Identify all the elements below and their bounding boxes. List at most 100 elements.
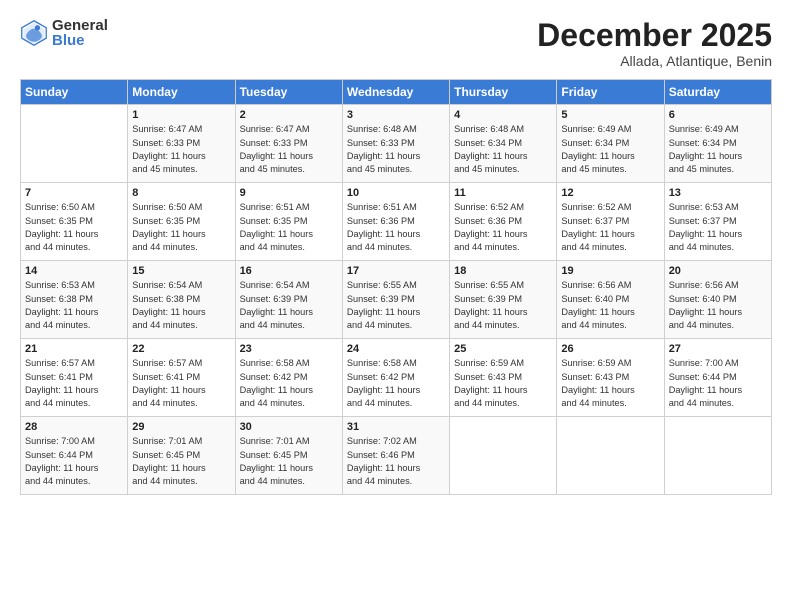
day-number: 26: [561, 343, 659, 355]
day-cell: 12 Sunrise: 6:52 AMSunset: 6:37 PMDayligh…: [557, 183, 664, 261]
day-info: Sunrise: 6:50 AMSunset: 6:35 PMDaylight:…: [132, 201, 230, 254]
day-info: Sunrise: 6:55 AMSunset: 6:39 PMDaylight:…: [347, 279, 445, 332]
day-number: 12: [561, 187, 659, 199]
day-cell: 27Sunrise: 7:00 AMSunset: 6:44 PMDayligh…: [664, 339, 771, 417]
day-cell: 25Sunrise: 6:59 AMSunset: 6:43 PMDayligh…: [450, 339, 557, 417]
day-number: 21: [25, 343, 123, 355]
header-row: SundayMondayTuesdayWednesdayThursdayFrid…: [21, 80, 772, 105]
day-number: 18: [454, 265, 552, 277]
day-number: 20: [669, 265, 767, 277]
day-number: 23: [240, 343, 338, 355]
header: General Blue December 2025 Allada, Atlan…: [20, 18, 772, 69]
day-cell: 20 Sunrise: 6:56 AMSunset: 6:40 PMDayligh…: [664, 261, 771, 339]
day-number: 30: [240, 421, 338, 433]
day-cell: 4Sunrise: 6:48 AMSunset: 6:34 PMDaylight…: [450, 105, 557, 183]
day-number: 6: [669, 109, 767, 121]
day-number: 17: [347, 265, 445, 277]
header-cell-friday: Friday: [557, 80, 664, 105]
day-number: 2: [240, 109, 338, 121]
day-cell: [664, 417, 771, 495]
day-info: Sunrise: 6:56 AMSunset: 6:40 PMDaylight:…: [669, 279, 767, 332]
day-cell: 17 Sunrise: 6:55 AMSunset: 6:39 PMDayligh…: [342, 261, 449, 339]
day-cell: 5 Sunrise: 6:49 AMSunset: 6:34 PMDaylight…: [557, 105, 664, 183]
day-info: Sunrise: 6:52 AMSunset: 6:36 PMDaylight:…: [454, 201, 552, 254]
day-cell: 6 Sunrise: 6:49 AMSunset: 6:34 PMDaylight…: [664, 105, 771, 183]
day-number: 15: [132, 265, 230, 277]
day-info: Sunrise: 6:57 AMSunset: 6:41 PMDaylight:…: [132, 357, 230, 410]
day-number: 5: [561, 109, 659, 121]
header-cell-sunday: Sunday: [21, 80, 128, 105]
day-cell: 29 Sunrise: 7:01 AMSunset: 6:45 PMDayligh…: [128, 417, 235, 495]
day-info: Sunrise: 7:00 AMSunset: 6:44 PMDaylight:…: [25, 435, 123, 488]
day-cell: 30 Sunrise: 7:01 AMSunset: 6:45 PMDayligh…: [235, 417, 342, 495]
day-cell: 24Sunrise: 6:58 AMSunset: 6:42 PMDayligh…: [342, 339, 449, 417]
day-info: Sunrise: 6:47 AMSunset: 6:33 PMDaylight:…: [132, 123, 230, 176]
day-info: Sunrise: 6:49 AMSunset: 6:34 PMDaylight:…: [561, 123, 659, 176]
day-cell: 23 Sunrise: 6:58 AMSunset: 6:42 PMDayligh…: [235, 339, 342, 417]
day-info: Sunrise: 6:47 AMSunset: 6:33 PMDaylight:…: [240, 123, 338, 176]
title-block: December 2025 Allada, Atlantique, Benin: [537, 18, 772, 69]
day-info: Sunrise: 7:01 AMSunset: 6:45 PMDaylight:…: [240, 435, 338, 488]
day-info: Sunrise: 7:02 AMSunset: 6:46 PMDaylight:…: [347, 435, 445, 488]
day-cell: 2 Sunrise: 6:47 AMSunset: 6:33 PMDaylight…: [235, 105, 342, 183]
day-info: Sunrise: 6:55 AMSunset: 6:39 PMDaylight:…: [454, 279, 552, 332]
day-info: Sunrise: 6:50 AMSunset: 6:35 PMDaylight:…: [25, 201, 123, 254]
day-info: Sunrise: 6:54 AMSunset: 6:38 PMDaylight:…: [132, 279, 230, 332]
day-cell: 7 Sunrise: 6:50 AMSunset: 6:35 PMDaylight…: [21, 183, 128, 261]
day-info: Sunrise: 6:59 AMSunset: 6:43 PMDaylight:…: [561, 357, 659, 410]
logo: General Blue: [20, 18, 108, 48]
day-cell: 14Sunrise: 6:53 AMSunset: 6:38 PMDayligh…: [21, 261, 128, 339]
day-number: 22: [132, 343, 230, 355]
week-row-2: 7 Sunrise: 6:50 AMSunset: 6:35 PMDaylight…: [21, 183, 772, 261]
day-info: Sunrise: 6:48 AMSunset: 6:33 PMDaylight:…: [347, 123, 445, 176]
logo-general: General: [52, 18, 108, 33]
day-info: Sunrise: 6:51 AMSunset: 6:36 PMDaylight:…: [347, 201, 445, 254]
day-cell: 11 Sunrise: 6:52 AMSunset: 6:36 PMDayligh…: [450, 183, 557, 261]
day-number: 27: [669, 343, 767, 355]
day-info: Sunrise: 7:01 AMSunset: 6:45 PMDaylight:…: [132, 435, 230, 488]
day-number: 19: [561, 265, 659, 277]
day-cell: 9 Sunrise: 6:51 AMSunset: 6:35 PMDaylight…: [235, 183, 342, 261]
day-cell: [21, 105, 128, 183]
day-number: 8: [132, 187, 230, 199]
day-info: Sunrise: 6:56 AMSunset: 6:40 PMDaylight:…: [561, 279, 659, 332]
day-info: Sunrise: 6:58 AMSunset: 6:42 PMDaylight:…: [240, 357, 338, 410]
day-info: Sunrise: 6:54 AMSunset: 6:39 PMDaylight:…: [240, 279, 338, 332]
location: Allada, Atlantique, Benin: [537, 53, 772, 69]
day-info: Sunrise: 6:53 AMSunset: 6:38 PMDaylight:…: [25, 279, 123, 332]
day-info: Sunrise: 6:48 AMSunset: 6:34 PMDaylight:…: [454, 123, 552, 176]
day-info: Sunrise: 6:53 AMSunset: 6:37 PMDaylight:…: [669, 201, 767, 254]
day-number: 29: [132, 421, 230, 433]
day-number: 9: [240, 187, 338, 199]
header-cell-wednesday: Wednesday: [342, 80, 449, 105]
day-cell: 21 Sunrise: 6:57 AMSunset: 6:41 PMDayligh…: [21, 339, 128, 417]
day-number: 10: [347, 187, 445, 199]
day-cell: 10 Sunrise: 6:51 AMSunset: 6:36 PMDayligh…: [342, 183, 449, 261]
day-cell: 8 Sunrise: 6:50 AMSunset: 6:35 PMDaylight…: [128, 183, 235, 261]
header-cell-saturday: Saturday: [664, 80, 771, 105]
day-number: 25: [454, 343, 552, 355]
logo-icon: [20, 19, 48, 47]
month-title: December 2025: [537, 18, 772, 53]
day-number: 11: [454, 187, 552, 199]
week-row-1: 1Sunrise: 6:47 AMSunset: 6:33 PMDaylight…: [21, 105, 772, 183]
day-number: 7: [25, 187, 123, 199]
day-info: Sunrise: 6:57 AMSunset: 6:41 PMDaylight:…: [25, 357, 123, 410]
page: General Blue December 2025 Allada, Atlan…: [0, 0, 792, 612]
day-cell: 28Sunrise: 7:00 AMSunset: 6:44 PMDayligh…: [21, 417, 128, 495]
header-cell-tuesday: Tuesday: [235, 80, 342, 105]
day-info: Sunrise: 6:52 AMSunset: 6:37 PMDaylight:…: [561, 201, 659, 254]
day-cell: 19 Sunrise: 6:56 AMSunset: 6:40 PMDayligh…: [557, 261, 664, 339]
header-cell-thursday: Thursday: [450, 80, 557, 105]
day-cell: 3 Sunrise: 6:48 AMSunset: 6:33 PMDaylight…: [342, 105, 449, 183]
day-number: 13: [669, 187, 767, 199]
day-info: Sunrise: 6:58 AMSunset: 6:42 PMDaylight:…: [347, 357, 445, 410]
day-number: 16: [240, 265, 338, 277]
day-info: Sunrise: 6:49 AMSunset: 6:34 PMDaylight:…: [669, 123, 767, 176]
day-number: 3: [347, 109, 445, 121]
day-cell: 18 Sunrise: 6:55 AMSunset: 6:39 PMDayligh…: [450, 261, 557, 339]
day-cell: [450, 417, 557, 495]
day-info: Sunrise: 6:51 AMSunset: 6:35 PMDaylight:…: [240, 201, 338, 254]
day-cell: 26 Sunrise: 6:59 AMSunset: 6:43 PMDayligh…: [557, 339, 664, 417]
calendar-table: SundayMondayTuesdayWednesdayThursdayFrid…: [20, 79, 772, 495]
